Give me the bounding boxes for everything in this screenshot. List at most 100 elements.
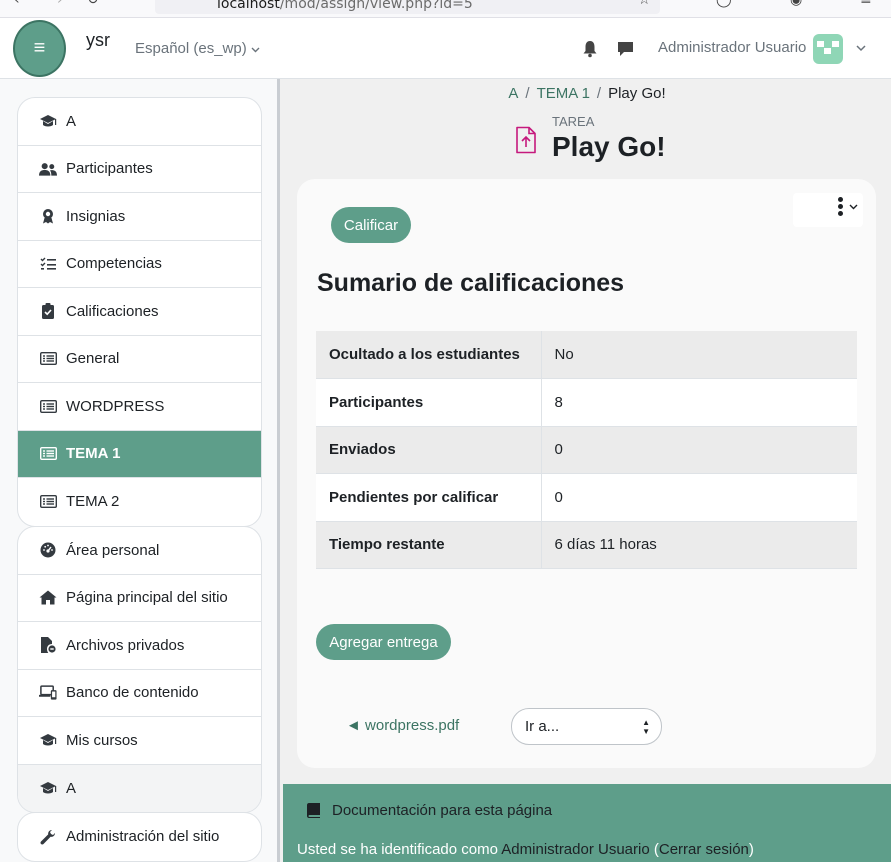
back-arrow-icon[interactable]: ‹ (14, 0, 20, 8)
sidebar-item-site-admin[interactable]: Administración del sitio (18, 813, 261, 861)
account-icon[interactable]: ◯ (716, 0, 732, 8)
sidebar-item-grades[interactable]: Calificaciones (18, 288, 261, 336)
graduation-cap-icon (39, 732, 57, 748)
grading-summary-heading: Sumario de calificaciones (317, 269, 625, 297)
chat-bubble-icon[interactable] (617, 40, 634, 57)
sidebar-item-dashboard[interactable]: Área personal (18, 527, 261, 575)
sidebar-item-tema-1[interactable]: TEMA 1 (18, 430, 261, 478)
clipboard-check-icon (39, 303, 57, 320)
graduation-cap-icon (39, 113, 57, 129)
row-value: 0 (541, 426, 857, 474)
drawer-toggle-button[interactable]: ≡ (13, 20, 66, 77)
admin-nav-group: Administración del sitio (17, 812, 262, 862)
sidebar-item-badges[interactable]: Insignias (18, 193, 261, 241)
jump-to-selected-value: Ir a... (525, 718, 560, 735)
sidebar-item-label: Insignias (66, 207, 126, 225)
user-menu-chevron-icon[interactable] (856, 40, 866, 55)
menu-icon[interactable]: ≡ (860, 0, 872, 8)
sidebar-item-label: TEMA 2 (66, 493, 120, 511)
row-value: 0 (541, 473, 857, 522)
wrench-icon (39, 829, 57, 845)
row-label: Tiempo restante (316, 521, 542, 569)
avatar[interactable] (813, 34, 843, 64)
sidebar-item-label: Archivos privados (66, 636, 185, 654)
sidebar-item-content-bank[interactable]: Banco de contenido (18, 670, 261, 717)
jump-to-select[interactable]: Ir a... ▲ ▼ (511, 708, 662, 745)
site-nav-group: Área personal Página principal del sitio… (17, 526, 262, 813)
breadcrumb: A / TEMA 1 / Play Go! (283, 85, 891, 102)
breadcrumb-item-course[interactable]: A (508, 85, 518, 102)
user-menu-name[interactable]: Administrador Usuario (658, 39, 806, 56)
logout-link[interactable]: Cerrar sesión (659, 841, 749, 858)
breadcrumb-item-section[interactable]: TEMA 1 (537, 85, 590, 102)
content-bank-icon (39, 685, 57, 701)
site-name[interactable]: ysr (86, 30, 110, 51)
table-row: Tiempo restante 6 días 11 horas (316, 521, 857, 569)
grade-button[interactable]: Calificar (331, 207, 411, 243)
sidebar-item-my-courses[interactable]: Mis cursos (18, 717, 261, 765)
hamburger-icon: ≡ (33, 37, 46, 59)
language-menu[interactable]: Español (es_wp) (135, 40, 260, 57)
actions-menu-button[interactable] (793, 193, 863, 227)
bookmark-star-icon[interactable]: ☆ (638, 0, 651, 8)
select-arrows-icon: ▲ ▼ (642, 718, 650, 736)
sidebar-item-label: TEMA 1 (66, 445, 121, 463)
book-icon (307, 803, 320, 818)
add-submission-button[interactable]: Agregar entrega (316, 624, 451, 660)
row-label: Enviados (316, 426, 542, 474)
page-title: Play Go! (552, 131, 666, 162)
row-label: Pendientes por calificar (316, 473, 542, 522)
assignment-card: Calificar Sumario de calificaciones Ocul… (297, 179, 876, 768)
row-value: 6 días 11 horas (541, 521, 857, 569)
row-value: No (541, 331, 857, 379)
sidebar-item-wordpress[interactable]: WORDPRESS (18, 383, 261, 431)
documentation-link[interactable]: Documentación para esta página (307, 802, 552, 819)
row-value: 8 (541, 378, 857, 427)
sidebar-item-competencies[interactable]: Competencias (18, 241, 261, 288)
extension-icon[interactable]: ◉ (790, 0, 802, 8)
badge-icon (39, 208, 57, 224)
home-icon (39, 590, 57, 606)
sidebar-item-course-a-link[interactable]: A (18, 764, 261, 812)
sidebar-item-label: Página principal del sitio (66, 589, 228, 607)
sidebar-item-participants[interactable]: Participantes (18, 146, 261, 193)
reload-icon[interactable]: ↻ (87, 0, 99, 8)
sidebar-item-label: Administración del sitio (66, 828, 220, 846)
module-type-label: TAREA (552, 114, 595, 129)
course-index-drawer: A Participantes Insignias Competencias C… (0, 79, 280, 862)
url-bar[interactable]: localhost/mod/assign/view.php?id=5 (155, 0, 660, 14)
table-row: Pendientes por calificar 0 (316, 473, 857, 522)
sidebar-item-site-home[interactable]: Página principal del sitio (18, 575, 261, 622)
sidebar-item-label: Banco de contenido (66, 684, 199, 702)
table-row: Enviados 0 (316, 426, 857, 474)
sidebar-item-tema-2[interactable]: TEMA 2 (18, 478, 261, 526)
section-list-icon (39, 351, 57, 367)
previous-activity-link[interactable]: ◄ wordpress.pdf (346, 717, 459, 734)
sidebar-item-course-a[interactable]: A (18, 98, 261, 146)
breadcrumb-separator: / (525, 85, 530, 102)
page-footer: Documentación para esta página Usted se … (283, 784, 891, 862)
paren-close: ) (748, 841, 754, 858)
sidebar-item-label: General (66, 350, 120, 368)
login-info: Usted se ha identificado como Administra… (297, 841, 754, 858)
row-label: Ocultado a los estudiantes (316, 331, 542, 379)
chevron-down-icon (849, 201, 858, 213)
forward-arrow-icon[interactable]: › (57, 0, 63, 8)
table-row: Participantes 8 (316, 378, 857, 427)
sidebar-item-label: WORDPRESS (66, 397, 165, 415)
course-nav-group: A Participantes Insignias Competencias C… (17, 97, 262, 527)
section-list-icon (39, 494, 57, 510)
bell-icon[interactable] (582, 40, 598, 58)
sidebar-item-label: Área personal (66, 541, 160, 559)
browser-toolbar: ‹ › ↻ localhost/mod/assign/view.php?id=5… (0, 0, 891, 18)
chevron-down-icon (251, 47, 260, 53)
private-files-icon (39, 637, 57, 654)
profile-link[interactable]: Administrador Usuario (501, 841, 649, 858)
language-label: Español (es_wp) (135, 40, 247, 57)
table-row: Ocultado a los estudiantes No (316, 331, 857, 379)
sidebar-item-general[interactable]: General (18, 336, 261, 383)
sidebar-item-label: Competencias (66, 255, 162, 273)
row-label: Participantes (316, 378, 542, 427)
sidebar-item-private-files[interactable]: Archivos privados (18, 622, 261, 670)
sidebar-item-label: Mis cursos (66, 731, 138, 749)
